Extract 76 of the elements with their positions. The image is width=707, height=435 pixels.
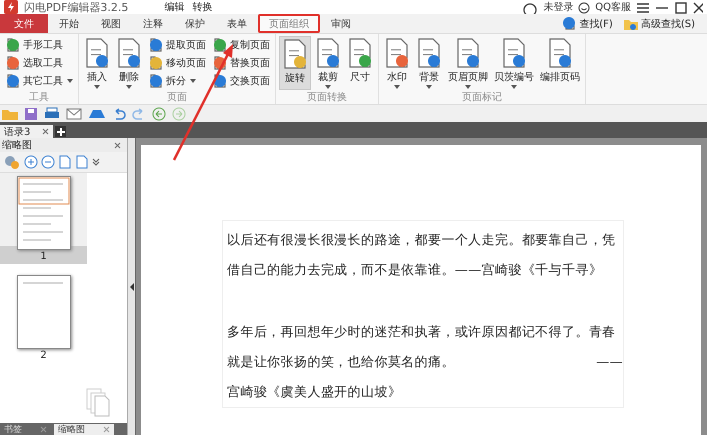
chevron-icon — [92, 158, 100, 166]
login-link[interactable]: 未登录 — [543, 2, 574, 14]
ribbon-button[interactable]: 插入 — [82, 36, 112, 90]
pages-icon — [85, 387, 111, 417]
close-icon — [40, 426, 47, 433]
group-label: 工具 — [28, 92, 50, 104]
ribbon-button[interactable]: 选取工具 — [3, 54, 75, 71]
scanner-icon — [88, 108, 106, 120]
search-button[interactable]: 高级查找(S) — [620, 16, 697, 32]
close-icon — [103, 426, 110, 433]
text-line: 借自己的能力去完成，而不是依靠谁。——宫崎骏《千与千寻》 — [227, 262, 602, 279]
ribbon-tab[interactable]: 保护 — [174, 14, 216, 33]
envelope-icon — [66, 108, 82, 120]
maximize-icon — [674, 2, 688, 14]
page-thumbnail[interactable]: 2 — [0, 272, 87, 363]
ribbon-tab[interactable]: 开始 — [48, 14, 90, 33]
ribbon-tab[interactable]: 表单 — [216, 14, 258, 33]
menu-item[interactable]: 编辑 — [164, 2, 184, 14]
ribbon-tab[interactable]: 页面组织 — [258, 14, 320, 33]
ribbon-button[interactable]: 删除 — [114, 36, 144, 90]
save-icon — [24, 106, 38, 120]
ribbon-button[interactable]: 编排页码 — [538, 36, 582, 90]
support-link[interactable]: QQ客服 — [595, 2, 631, 14]
zoom-in-icon — [24, 155, 38, 169]
printer-icon — [44, 106, 60, 120]
group-label: 页面标记 — [461, 92, 503, 104]
folder-icon — [2, 108, 18, 120]
ribbon-button[interactable]: 提取页面 — [146, 36, 208, 53]
page-thumbnail[interactable]: 1 — [0, 173, 87, 264]
collapse-arrow-icon — [130, 282, 134, 290]
text-line: 多年后，再回想年少时的迷茫和执著，或许原因都记不得了。青春 — [227, 324, 616, 341]
close-icon — [114, 142, 121, 148]
ribbon-button[interactable]: 移动页面 — [146, 54, 208, 71]
ribbon-button[interactable]: 旋转 — [279, 36, 311, 90]
ribbon-button[interactable]: 拆分 — [146, 72, 208, 89]
rotate-page-icon — [58, 154, 72, 170]
close-icon — [693, 2, 703, 14]
group-label: 页面 — [166, 92, 188, 104]
text-line: 宫崎骏《虞美人盛开的山坡》 — [227, 384, 402, 401]
panel-title: 缩略图 — [2, 138, 32, 152]
text-line: 就是让你张扬的笑，也给你莫名的痛。 — [227, 354, 455, 371]
ribbon-tab[interactable]: 视图 — [90, 14, 132, 33]
document-tab[interactable]: 语录3 — [0, 125, 54, 138]
ribbon-button[interactable]: 水印 — [382, 36, 412, 90]
close-icon — [42, 128, 50, 135]
page-preview-icon — [16, 176, 70, 250]
ribbon-button[interactable]: 尺寸 — [345, 36, 375, 90]
rotate-page-icon — [75, 154, 89, 170]
ribbon-tab[interactable]: 审阅 — [320, 14, 362, 33]
ribbon-button[interactable]: 裁剪 — [313, 36, 343, 90]
user-icon — [522, 2, 538, 14]
plus-icon — [56, 128, 65, 136]
ribbon-button[interactable]: 贝茨编号 — [492, 36, 536, 90]
menu-item[interactable]: 转换 — [192, 2, 212, 14]
window-title: 闪电PDF编辑器3.2.5 — [24, 2, 128, 14]
ribbon-tab[interactable]: 文件 — [0, 14, 48, 33]
ribbon-button[interactable]: 替换页面 — [210, 54, 272, 71]
group-label: 页面转换 — [306, 92, 348, 104]
ribbon-tab[interactable]: 注释 — [132, 14, 174, 33]
panel-tab[interactable]: 书签 — [0, 424, 51, 435]
gears-icon — [3, 154, 21, 170]
menu-icon — [636, 2, 650, 14]
text-dash: —— — [596, 354, 623, 370]
zoom-out-icon — [41, 155, 55, 169]
ribbon-button[interactable]: 背景 — [414, 36, 444, 90]
minimize-icon — [655, 7, 669, 9]
ribbon-button[interactable]: 页眉页脚 — [446, 36, 490, 90]
ribbon-button[interactable]: 其它工具 — [3, 72, 75, 89]
ribbon-button[interactable]: 手形工具 — [3, 36, 75, 53]
ribbon-button[interactable]: 交换页面 — [210, 72, 272, 89]
search-button[interactable]: 查找(F) — [561, 16, 615, 32]
page-preview-icon — [16, 275, 70, 349]
text-line: 以后还有很漫长很漫长的路途，都要一个人走完。都要靠自己，凭 — [227, 232, 616, 249]
panel-tab[interactable]: 缩略图 — [54, 424, 114, 435]
new-tab-button[interactable] — [55, 126, 66, 137]
smiley-icon — [578, 2, 590, 14]
